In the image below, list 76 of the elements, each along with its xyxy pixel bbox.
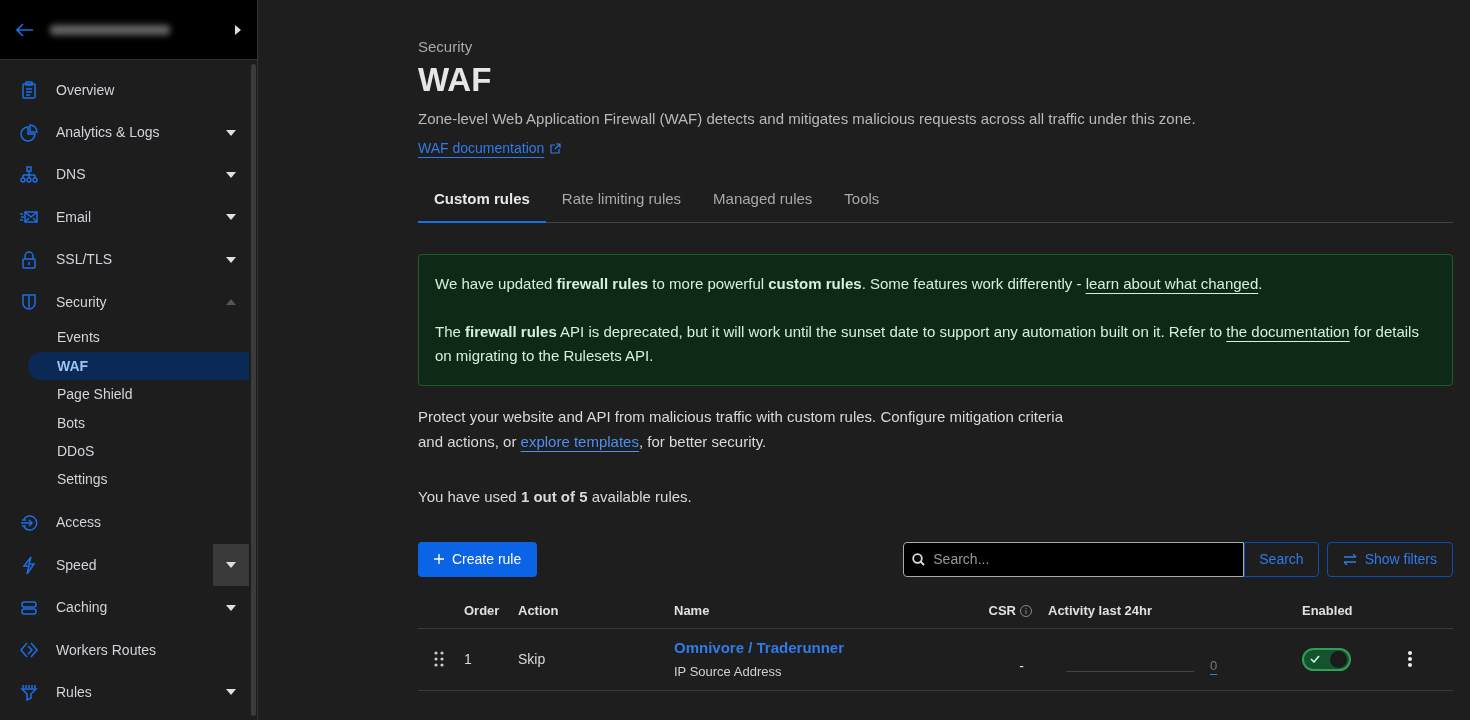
sidebar-item[interactable]: Speed: [56, 554, 97, 576]
create-rule-button[interactable]: Create rule: [418, 541, 538, 577]
notice-text: The firewall rules API is deprecated, but it will work until the sunset date to support any automation built on it. Refer to the documentation for details on migrating to the Rulesets API.: [435, 322, 1420, 366]
usage-text: You have used 1 out of 5 available rules.: [418, 487, 693, 507]
sidebar-item[interactable]: Overview: [56, 79, 115, 101]
inline-link[interactable]: the documentation: [1226, 323, 1350, 340]
sidebar-subitem[interactable]: Events: [28, 323, 249, 352]
caret-icon[interactable]: [226, 214, 236, 221]
server-icon: [20, 598, 38, 617]
tab[interactable]: Rate limiting rules: [545, 177, 698, 223]
caret-icon[interactable]: [235, 24, 241, 35]
column-header: Enabled: [1302, 603, 1353, 619]
table-cell-text: IP Source Address: [674, 663, 783, 681]
caret-icon[interactable]: [226, 256, 236, 263]
caret-icon[interactable]: [226, 171, 236, 178]
sidebar-subitem[interactable]: DDoS: [28, 436, 249, 466]
caret-icon[interactable]: [226, 604, 236, 611]
sidebar-item[interactable]: Caching: [56, 597, 108, 619]
sign-in-icon: [20, 513, 38, 532]
tab[interactable]: Tools: [828, 177, 896, 223]
show-filters-button[interactable]: Show filters: [1326, 541, 1453, 577]
sidebar-subitem[interactable]: Settings: [28, 465, 249, 494]
sidebar-item[interactable]: Email: [56, 206, 91, 228]
table-cell-text: 1: [464, 649, 473, 669]
page-title: WAF: [418, 59, 493, 100]
caret-icon[interactable]: [226, 562, 236, 569]
funnel-icon: [20, 683, 38, 702]
sidebar-subitem[interactable]: WAF: [28, 351, 249, 381]
sidebar-item[interactable]: Rules: [56, 681, 92, 703]
tab[interactable]: Managed rules: [697, 177, 829, 223]
breadcrumb: Security: [418, 37, 474, 57]
sidebar-item[interactable]: Security: [56, 291, 107, 313]
check-icon: [1310, 655, 1320, 663]
scrollbar[interactable]: [251, 64, 256, 716]
external-link-icon: [550, 143, 562, 154]
tab[interactable]: Custom rules: [418, 177, 546, 223]
column-header: Activity last 24hr: [1048, 603, 1153, 619]
column-header: Action: [518, 603, 559, 619]
clipboard-icon: [20, 81, 38, 100]
rule-name-link[interactable]: Omnivore / Traderunner: [674, 636, 845, 659]
intro-text: Protect your website and API from malicious traffic with custom rules. Configure mitigation criteria and actions, or explore templates, for better security.: [418, 407, 1064, 452]
notice-text: We have updated firewall rules to more powerful custom rules. Some features work differently - learn about what changed.: [435, 274, 1264, 294]
sidebar-item[interactable]: Access: [56, 512, 102, 534]
swap-icon: [1342, 553, 1357, 565]
pie-chart-icon: [20, 123, 38, 142]
shield-icon: [20, 293, 38, 312]
info-icon[interactable]: [1020, 605, 1032, 617]
lightning-icon: [20, 556, 38, 575]
caret-icon[interactable]: [226, 689, 236, 696]
search-field[interactable]: Search...: [903, 541, 1245, 577]
sidebar-item[interactable]: Workers Routes: [56, 639, 157, 661]
plus-icon: [434, 554, 444, 564]
table-cell-text: -: [1019, 656, 1024, 676]
column-header: Name: [674, 603, 710, 619]
back-arrow-icon[interactable]: [16, 22, 34, 37]
diamond-icon: [20, 641, 38, 660]
drag-handle-icon[interactable]: [434, 651, 444, 667]
sidebar-subitem[interactable]: Bots: [28, 408, 249, 437]
lock-icon: [20, 250, 38, 269]
caret-icon[interactable]: [226, 129, 236, 136]
inline-link[interactable]: explore templates: [520, 433, 639, 450]
sidebar-item[interactable]: DNS: [56, 164, 86, 186]
page-description: Zone-level Web Application Firewall (WAF) detects and mitigates malicious requests across all traffic under this zone.: [418, 108, 1197, 129]
column-header: CSR: [988, 602, 1016, 621]
search-button[interactable]: Search: [1244, 541, 1319, 577]
sitemap-icon: [20, 165, 38, 184]
search-icon: [912, 552, 926, 566]
sidebar-item[interactable]: SSL/TLS: [56, 249, 113, 271]
sidebar-item[interactable]: Analytics & Logs: [56, 122, 160, 144]
sidebar-subitem[interactable]: Page Shield: [28, 380, 249, 409]
table-cell-text: Skip: [518, 649, 547, 669]
more-options-icon[interactable]: [1408, 651, 1412, 667]
column-header: Order: [464, 603, 500, 619]
toggle-switch[interactable]: [1302, 647, 1351, 671]
activity-link[interactable]: 0: [1210, 656, 1218, 676]
documentation-link[interactable]: WAF documentation: [418, 138, 562, 159]
